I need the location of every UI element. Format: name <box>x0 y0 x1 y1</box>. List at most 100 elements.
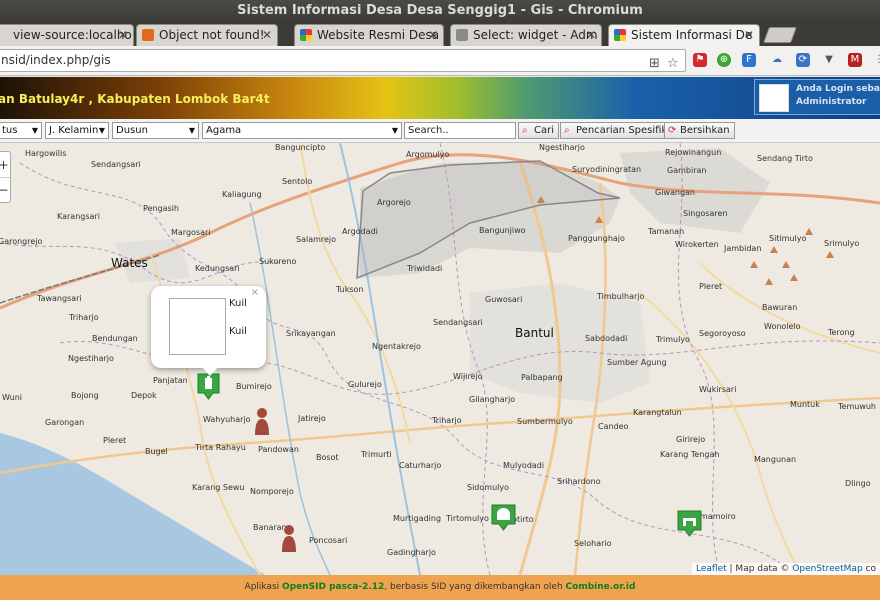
tab-view-source[interactable]: view-source:localho ✕ <box>0 24 134 46</box>
map-label: Tukson <box>336 285 364 294</box>
cari-button[interactable]: ⌕ Cari <box>518 122 559 139</box>
site-header: an Batulay4r , Kabupaten Lombok Bar4t An… <box>0 77 880 119</box>
bookmark-star-icon[interactable]: ☆ <box>667 53 679 74</box>
login-line-2: Administrator <box>796 97 867 107</box>
map-label: Argorejo <box>377 198 411 207</box>
map-label: Timbulharjo <box>597 292 645 301</box>
search-input[interactable]: Search.. <box>404 122 516 139</box>
map-label: Triharjo <box>69 313 99 322</box>
tab-close-icon[interactable]: ✕ <box>428 25 438 45</box>
footer-app-link[interactable]: OpenSID pasca-2.12 <box>282 582 384 592</box>
menu-icon[interactable]: ⋮ <box>872 53 880 67</box>
tab-close-icon[interactable]: ✕ <box>744 25 754 45</box>
xampp-icon <box>142 29 154 41</box>
tab-close-icon[interactable]: ✕ <box>586 25 596 45</box>
tab-close-icon[interactable]: ✕ <box>262 25 272 45</box>
dusun-select[interactable]: Dusun ▼ <box>112 122 199 139</box>
tab-object-not-found[interactable]: Object not found! ✕ <box>136 24 278 46</box>
map-label: Triharjo <box>432 416 462 425</box>
map-label: Jambidan <box>724 244 762 253</box>
settings-icon <box>456 29 468 41</box>
temple-marker[interactable] <box>197 373 220 400</box>
map-label: Gulurejo <box>348 380 382 389</box>
map-label: Triwidadi <box>407 264 443 273</box>
status-select[interactable]: tus ▼ <box>0 122 42 139</box>
map-label: Tirtomulyo <box>446 514 489 523</box>
map-label: Sendangsari <box>91 160 141 169</box>
map-label: Temuwuh <box>838 402 876 411</box>
map-tiles <box>0 143 880 575</box>
map-label: Caturharjo <box>399 461 442 470</box>
map-view[interactable]: + − Hargowilis Sendangsari Kaliagung Sen… <box>0 143 880 575</box>
map-label: Srihardono <box>557 477 601 486</box>
tab-sistem-informasi[interactable]: Sistem Informasi De ✕ <box>608 24 760 46</box>
popup-description: Kuil <box>229 326 247 337</box>
map-label-city: Wates <box>111 256 148 270</box>
filter-bar: tus ▼ J. Kelamin ▼ Dusun ▼ Agama ▼ Search.. … <box>0 119 880 143</box>
map-label: Garongan <box>45 418 85 427</box>
person-marker[interactable] <box>280 524 298 554</box>
map-label: Panjatan <box>153 376 188 385</box>
map-label: Giwangan <box>655 188 695 197</box>
map-label: Argodadi <box>342 227 378 236</box>
address-bar[interactable]: nsid/index.php/gis ⊞ ☆ <box>0 49 686 72</box>
map-label: Srikayangan <box>286 329 336 338</box>
map-label: Karang Tengah <box>660 450 720 459</box>
agama-select-value: Agama <box>206 125 242 136</box>
map-label: Karangsari <box>57 212 100 221</box>
tab-close-icon[interactable]: ✕ <box>118 25 128 45</box>
footer-vendor-link[interactable]: Combine.or.id <box>566 582 636 592</box>
map-label: Segoroyoso <box>699 329 746 338</box>
gender-select-value: J. Kelamin <box>49 125 99 136</box>
map-label: Gambiran <box>667 166 707 175</box>
tab-website-resmi[interactable]: Website Resmi Desa ✕ <box>294 24 444 46</box>
zoom-in-button[interactable]: + <box>0 152 10 178</box>
tab-label: Select: widget - Adm <box>473 28 598 42</box>
mosque-marker[interactable] <box>677 510 702 537</box>
map-label: Rejowinangun <box>665 148 722 157</box>
status-select-value: tus <box>2 125 18 136</box>
map-label: Sukoreno <box>259 257 297 266</box>
tab-select-widget[interactable]: Select: widget - Adm ✕ <box>450 24 602 46</box>
map-label: Ngestiharjo <box>539 143 585 152</box>
pencarian-label: Pencarian Spesifik <box>576 125 668 136</box>
opensid-icon <box>300 29 312 41</box>
pencarian-spesifik-button[interactable]: ⌕ Pencarian Spesifik <box>560 122 673 139</box>
refresh-icon: ⟳ <box>668 125 677 136</box>
agama-select[interactable]: Agama ▼ <box>202 122 402 139</box>
map-label: Garongrejo <box>0 237 43 246</box>
map-label: Trimurti <box>361 450 392 459</box>
cloud-icon[interactable]: ☁ <box>770 53 784 67</box>
popup-tip <box>201 366 219 376</box>
new-tab-button[interactable] <box>763 27 797 43</box>
extension-icon[interactable]: M <box>848 53 862 67</box>
login-box[interactable]: Anda Login sebagai Administrator <box>754 79 880 115</box>
mosque-marker[interactable] <box>491 504 516 531</box>
tab-label: view-source:localho <box>13 28 132 42</box>
person-marker[interactable] <box>253 407 271 437</box>
map-label: Panggunghajo <box>568 234 625 243</box>
map-label: Gilangharjo <box>469 395 516 404</box>
map-label: Wijirejo <box>453 372 483 381</box>
tab-label: Website Resmi Desa <box>317 28 440 42</box>
zoom-control: + − <box>0 151 11 203</box>
chevron-down-icon: ▼ <box>391 126 398 135</box>
extension-icon[interactable]: ⟳ <box>796 53 810 67</box>
popup-close-icon[interactable]: × <box>251 287 259 298</box>
zoom-out-button[interactable]: − <box>0 178 10 202</box>
translate-icon[interactable]: ⊞ <box>649 53 660 74</box>
map-label: Dlingo <box>845 479 871 488</box>
extension-icon[interactable]: ▼ <box>822 53 836 67</box>
extension-icon[interactable]: ⊕ <box>717 53 731 67</box>
map-label: Bawuran <box>762 303 798 312</box>
map-label: Mulyodadi <box>503 461 545 470</box>
bersihkan-button[interactable]: ⟳ Bersihkan <box>664 122 735 139</box>
map-label: Bojong <box>71 391 99 400</box>
leaflet-link[interactable]: Leaflet <box>696 564 727 574</box>
extension-icon[interactable]: ⚑ <box>693 53 707 67</box>
extension-icon[interactable]: F <box>742 53 756 67</box>
gender-select[interactable]: J. Kelamin ▼ <box>45 122 109 139</box>
map-label: Gadingharjo <box>387 548 436 557</box>
osm-link[interactable]: OpenStreetMap <box>792 564 862 574</box>
map-label: Wuni <box>2 393 22 402</box>
